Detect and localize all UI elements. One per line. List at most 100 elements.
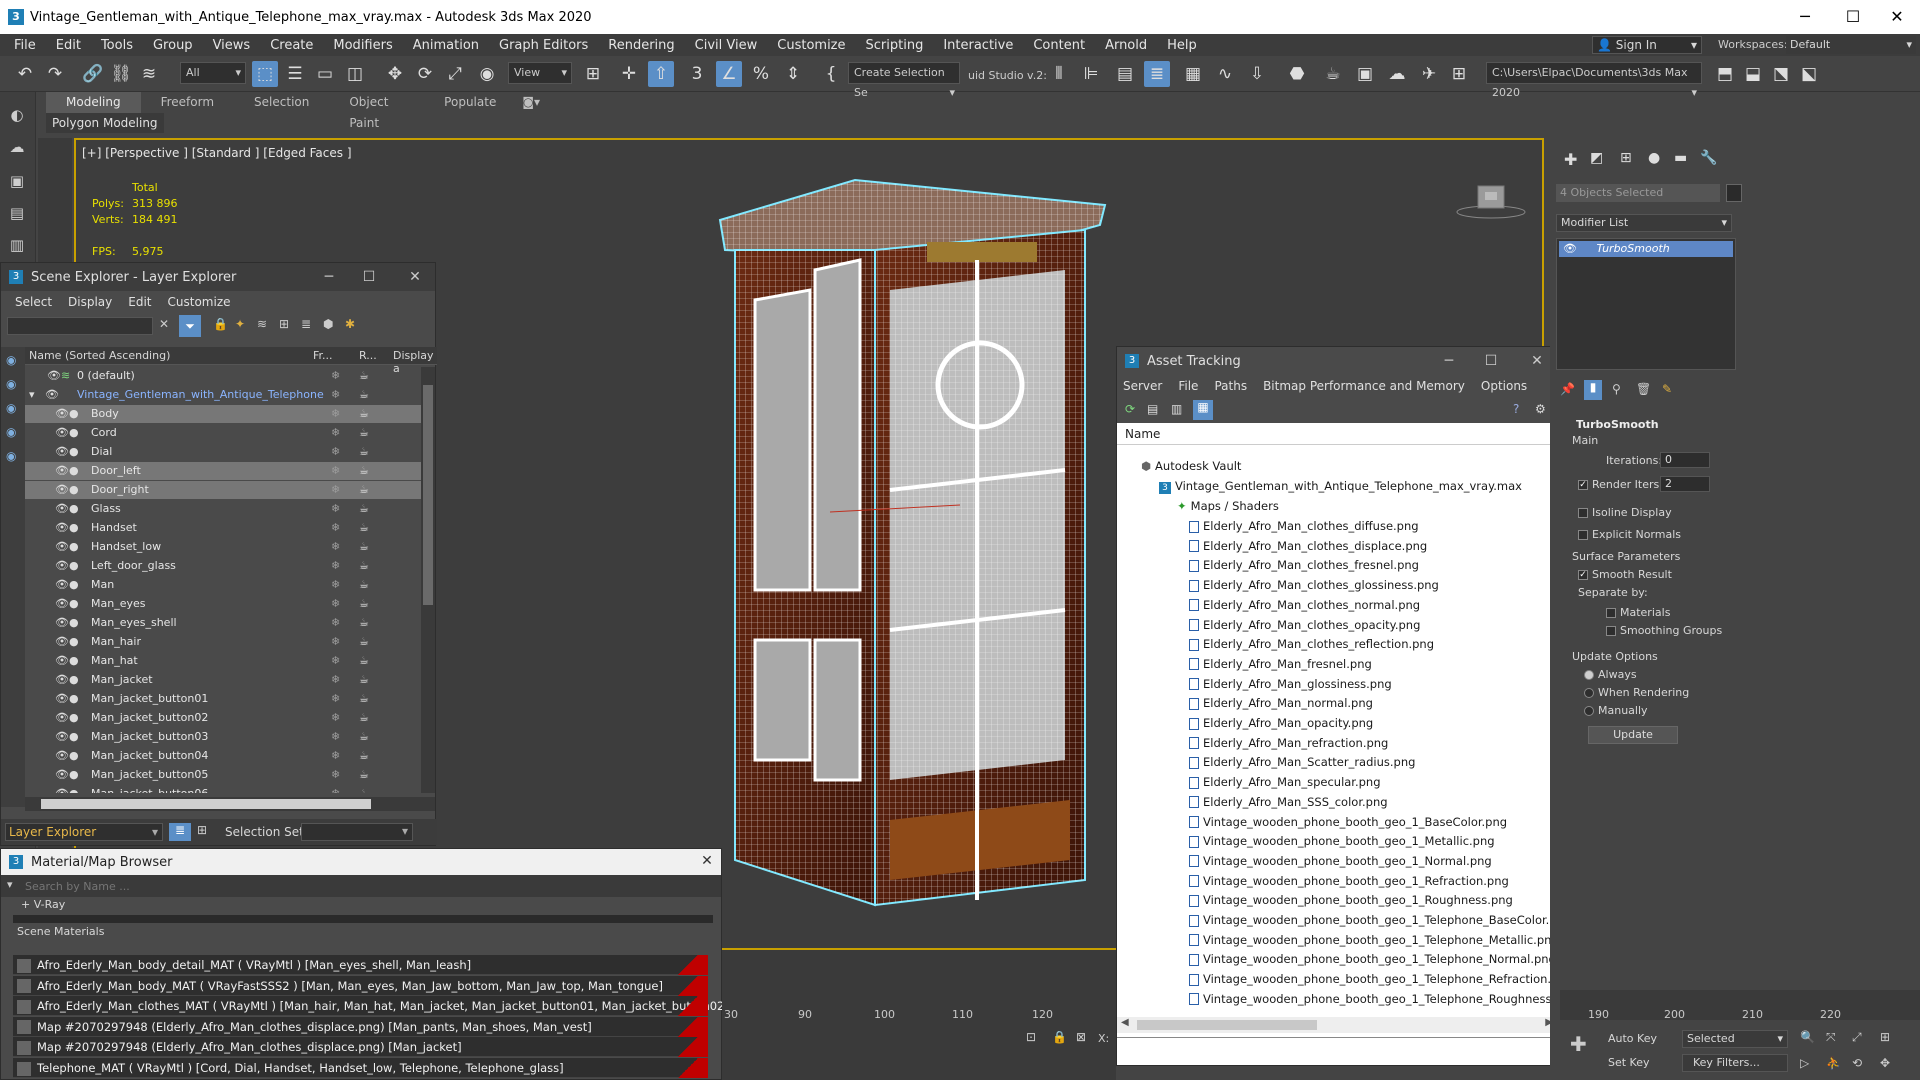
menu-display[interactable]: Display	[60, 295, 120, 309]
render-iters-checkbox[interactable]: ✓	[1578, 480, 1588, 490]
filter-icon[interactable]: ⏷	[179, 315, 201, 337]
clear-icon[interactable]: ✕	[159, 317, 169, 331]
menu-modifiers[interactable]: Modifiers	[323, 38, 402, 53]
display-cameras-icon[interactable]: ◉	[6, 449, 16, 463]
table-view-icon[interactable]: ▦	[1193, 400, 1213, 420]
asset-map-row[interactable]: Vintage_wooden_phone_booth_geo_1_Telepho…	[1189, 931, 1557, 951]
object-row[interactable]: 👁 ● Door_right ❄ ☕	[25, 481, 421, 499]
eye-icon[interactable]: 👁	[55, 769, 69, 781]
undo-icon[interactable]: ↶	[12, 61, 38, 87]
tab-populate[interactable]: Populate	[424, 92, 516, 113]
max-file-row[interactable]: 3 Vintage_Gentleman_with_Antique_Telephon…	[1159, 477, 1522, 497]
eye-icon[interactable]: 👁	[55, 788, 69, 794]
object-row[interactable]: 👁 ● Dial ❄ ☕	[25, 443, 421, 461]
selection-filter-dropdown[interactable]: All ▾	[180, 62, 246, 84]
ribbon-options-icon[interactable]: ◙▾	[516, 92, 546, 113]
object-row[interactable]: 👁 ● Man_eyes ❄ ☕	[25, 595, 421, 613]
project-folder-icon[interactable]: ⬒	[1712, 61, 1738, 87]
highlight-icon[interactable]: ⬢	[323, 317, 333, 331]
object-row[interactable]: 👁 ● Man_eyes_shell ❄ ☕	[25, 614, 421, 632]
render-icon[interactable]: ☕	[359, 690, 369, 708]
menu-views[interactable]: Views	[203, 38, 261, 53]
pivot-center-icon[interactable]: ⊞	[580, 61, 606, 87]
freeze-icon[interactable]: ❄	[331, 747, 340, 765]
object-color-swatch[interactable]	[1726, 184, 1742, 202]
rectangular-selection-icon[interactable]: ▭	[312, 61, 338, 87]
add-to-layer-icon[interactable]: ≋	[257, 317, 267, 331]
phone-booth-model[interactable]	[715, 160, 1115, 925]
maximize-icon[interactable]: ☐	[359, 269, 379, 285]
rendered-frame-icon[interactable]: ▣	[1352, 61, 1378, 87]
zoom-icon[interactable]: 🔍	[1800, 1030, 1815, 1044]
reference-coord-dropdown[interactable]: View ▾	[508, 62, 572, 84]
tab-modeling[interactable]: Modeling	[46, 92, 141, 113]
menu-civil-view[interactable]: Civil View	[685, 38, 768, 53]
objects-selected-field[interactable]: 4 Objects Selected	[1556, 184, 1720, 202]
set-key-button[interactable]: Set Key	[1608, 1056, 1650, 1069]
eye-icon[interactable]: 👁	[1563, 242, 1577, 255]
explicit-normals-checkbox[interactable]	[1578, 530, 1588, 540]
asset-map-row[interactable]: Vintage_wooden_phone_booth_geo_1_Refract…	[1189, 872, 1509, 892]
render-icon[interactable]: ☕	[359, 595, 369, 613]
link-icon[interactable]: 🔗	[80, 61, 106, 87]
hierarchy-tab-icon[interactable]: ⊞	[1620, 150, 1632, 166]
menu-paths[interactable]: Paths	[1206, 379, 1255, 393]
scroll-left-icon[interactable]: ◀	[1121, 1017, 1129, 1028]
render-grid-icon[interactable]: ⊞	[1446, 61, 1472, 87]
align-icon[interactable]: ⊫	[1078, 61, 1104, 87]
explorer-type-dropdown[interactable]: Layer Explorer ▾	[5, 823, 163, 841]
search-input[interactable]	[7, 317, 153, 335]
place-icon[interactable]: ◉	[474, 61, 500, 87]
layer-row-vintage[interactable]: ▾ 👁 Vintage_Gentleman_with_Antique_Telep…	[25, 386, 421, 404]
freeze-icon[interactable]: ❄	[331, 652, 340, 670]
layer-row-default[interactable]: 👁 ≋ 0 (default) ❄ ☕	[25, 367, 421, 385]
modifier-list-dropdown[interactable]: Modifier List ▾	[1556, 214, 1732, 232]
update-button[interactable]: Update	[1588, 726, 1678, 744]
material-search-input[interactable]	[23, 877, 713, 895]
object-row[interactable]: 👁 ● Man_jacket_button03 ❄ ☕	[25, 728, 421, 746]
object-row[interactable]: 👁 ● Body ❄ ☕	[25, 405, 421, 423]
object-row[interactable]: 👁 ● Glass ❄ ☕	[25, 500, 421, 518]
menu-select[interactable]: Select	[1, 295, 60, 309]
menu-edit[interactable]: Edit	[46, 38, 91, 53]
asset-map-row[interactable]: Vintage_wooden_phone_booth_geo_1_Telepho…	[1189, 990, 1557, 1009]
freeze-icon[interactable]: ❄	[331, 481, 340, 499]
menu-help[interactable]: Help	[1157, 38, 1207, 53]
render-icon[interactable]: ☕	[359, 443, 369, 461]
material-item[interactable]: Afro_Ederly_Man_body_MAT ( VRayFastSSS2 …	[13, 975, 708, 996]
when-rendering-radio[interactable]	[1584, 688, 1594, 698]
show-end-result-icon[interactable]: ▮	[1584, 380, 1602, 400]
eye-icon[interactable]: 👁	[55, 617, 69, 629]
freeze-icon[interactable]: ❄	[331, 785, 340, 793]
menu-content[interactable]: Content	[1023, 38, 1095, 53]
render-icon[interactable]: ☕	[359, 557, 369, 575]
freeze-icon[interactable]: ❄	[331, 443, 340, 461]
expand-icon[interactable]: ▾	[7, 878, 13, 891]
zoom-extents-icon[interactable]: ⤢	[1852, 1030, 1862, 1045]
orbit-icon[interactable]: ⟲	[1852, 1056, 1862, 1070]
freeze-icon[interactable]: ❄	[331, 576, 340, 594]
create-icon[interactable]: ◐	[6, 104, 28, 126]
play-icon[interactable]: ▷	[1800, 1056, 1809, 1070]
new-layer-icon[interactable]: ✦	[235, 317, 245, 331]
materials-checkbox[interactable]	[1606, 608, 1616, 618]
vray-group[interactable]: + V-Ray	[1, 897, 721, 913]
sign-in-dropdown[interactable]: 👤 Sign In ▾	[1592, 36, 1702, 54]
column-name[interactable]: Name (Sorted Ascending)	[29, 349, 170, 362]
close-button[interactable]: ✕	[1874, 0, 1920, 34]
asset-map-row[interactable]: Elderly_Afro_Man_clothes_opacity.png	[1189, 616, 1420, 636]
isoline-checkbox[interactable]	[1578, 508, 1588, 518]
pan-icon[interactable]: ✥	[1880, 1056, 1890, 1070]
auto-key-button[interactable]: Auto Key	[1608, 1032, 1657, 1045]
angle-snap-icon[interactable]: ∠	[716, 61, 742, 87]
select-manipulate-icon[interactable]: ✛	[616, 61, 642, 87]
isolate-icon[interactable]: ⊡	[1026, 1030, 1036, 1044]
render-icon[interactable]: ☕	[359, 500, 369, 518]
freeze-icon[interactable]: ❄	[331, 519, 340, 537]
freeze-icon[interactable]: ❄	[331, 462, 340, 480]
object-row[interactable]: 👁 ● Handset_low ❄ ☕	[25, 538, 421, 556]
asset-map-row[interactable]: Elderly_Afro_Man_clothes_diffuse.png	[1189, 517, 1419, 537]
scene-explorer-toggle-icon[interactable]: ▤	[1112, 61, 1138, 87]
asset-map-row[interactable]: Vintage_wooden_phone_booth_geo_1_Metalli…	[1189, 832, 1495, 852]
render-icon[interactable]: ☕	[359, 576, 369, 594]
